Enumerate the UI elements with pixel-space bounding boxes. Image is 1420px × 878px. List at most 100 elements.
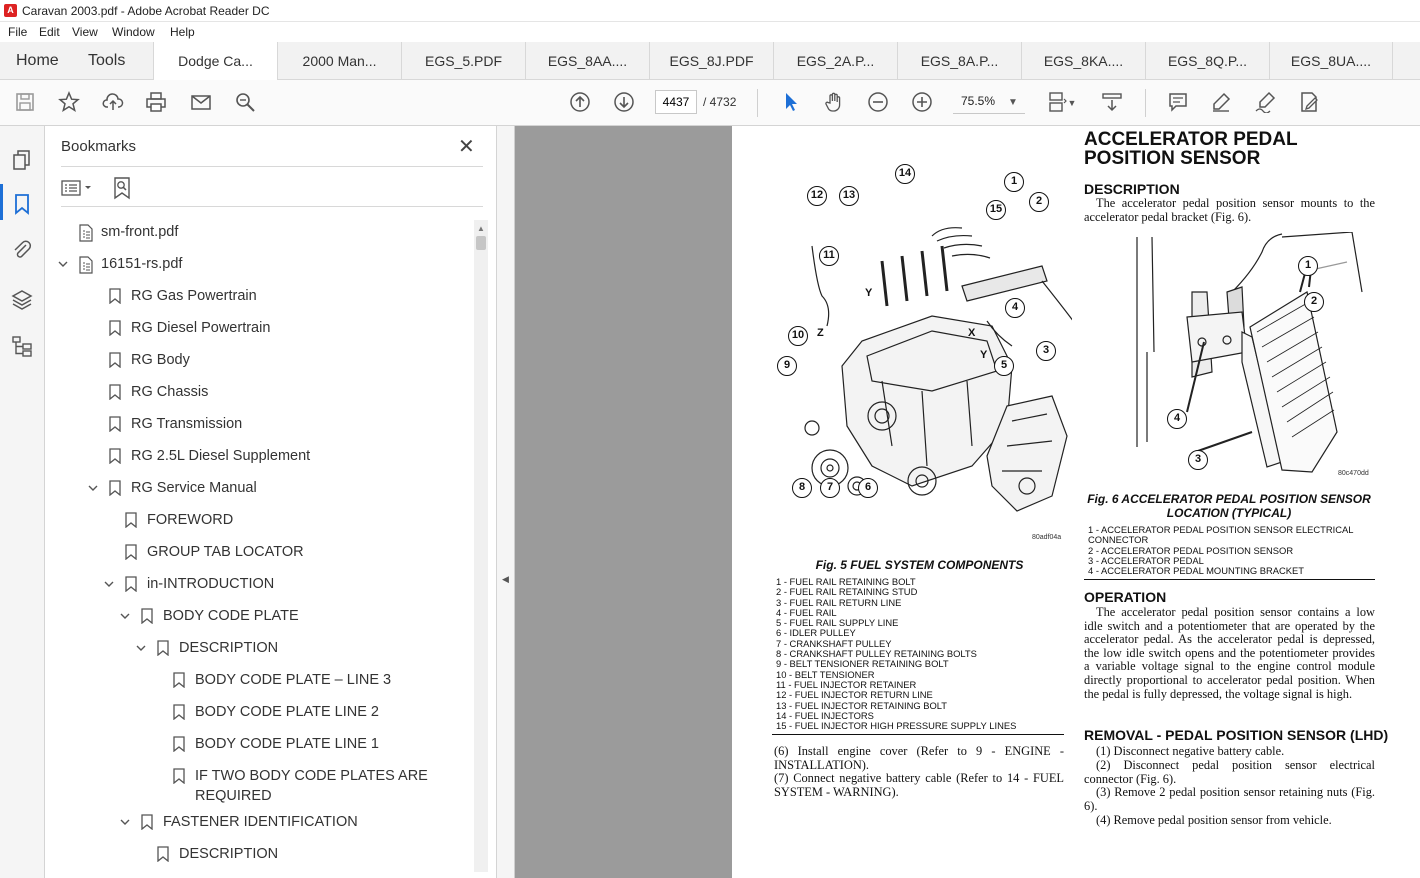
email-icon[interactable]: [189, 91, 213, 115]
axis-letter-y2: Y: [980, 349, 988, 361]
tab-document-8[interactable]: EGS_8KA....: [1021, 42, 1145, 80]
scrollbar-thumb[interactable]: [476, 236, 486, 250]
cloud-upload-icon[interactable]: [101, 91, 125, 115]
legend-item: 4 - ACCELERATOR PEDAL MOUNTING BRACKET: [1088, 565, 1305, 577]
zoom-out-icon[interactable]: [866, 91, 890, 115]
bookmark-icon: [109, 480, 121, 497]
pedal-sensor-illustration: [1136, 232, 1363, 473]
removal-step-3: (3) Remove 2 pedal position sensor retai…: [1084, 785, 1375, 813]
bookmark-item[interactable]: BODY CODE PLATE LINE 2: [195, 704, 379, 720]
print-icon[interactable]: [144, 91, 168, 115]
active-rail-indicator: [0, 184, 3, 220]
bookmark-item[interactable]: IF TWO BODY CODE PLATES ARE: [195, 768, 428, 784]
search-zoom-icon[interactable]: [233, 91, 257, 115]
previous-page-icon[interactable]: [568, 91, 592, 115]
bookmark-item[interactable]: RG 2.5L Diesel Supplement: [131, 448, 310, 464]
bookmark-item[interactable]: RG Service Manual: [131, 480, 257, 496]
description-heading: DESCRIPTION: [1084, 181, 1180, 197]
fig5-callout: 15: [986, 200, 1006, 220]
bookmark-options-icon[interactable]: [61, 178, 97, 198]
close-icon[interactable]: ✕: [458, 134, 475, 159]
panel-collapse-handle[interactable]: ◀: [497, 126, 515, 878]
scroll-mode-icon[interactable]: [1100, 91, 1124, 115]
bookmark-icon: [173, 672, 185, 689]
menu-edit[interactable]: Edit: [39, 25, 60, 39]
bookmark-item[interactable]: BODY CODE PLATE – LINE 3: [195, 672, 391, 688]
menu-view[interactable]: View: [72, 25, 98, 39]
bookmark-icon: [173, 768, 185, 785]
highlight-pen-icon[interactable]: [1209, 91, 1233, 115]
tab-document-6[interactable]: EGS_2A.P...: [773, 42, 897, 80]
expand-chevron-icon[interactable]: [103, 578, 115, 590]
bookmark-item[interactable]: DESCRIPTION: [179, 846, 278, 862]
expand-chevron-icon[interactable]: [57, 258, 69, 270]
bookmark-item[interactable]: sm-front.pdf: [101, 224, 178, 240]
tab-document-5[interactable]: EGS_8J.PDF: [649, 42, 773, 80]
bookmark-icon: [109, 448, 121, 465]
bookmark-item[interactable]: BODY CODE PLATE: [163, 608, 299, 624]
bookmarks-scrollbar[interactable]: ▲: [474, 220, 488, 872]
bookmark-panel-icon[interactable]: [10, 192, 34, 216]
bookmark-icon: [141, 814, 153, 831]
nav-tools[interactable]: Tools: [88, 52, 125, 70]
bookmark-item[interactable]: BODY CODE PLATE LINE 1: [195, 736, 379, 752]
expand-chevron-icon[interactable]: [135, 642, 147, 654]
star-icon[interactable]: [57, 91, 81, 115]
fig6-code: 80c470dd: [1338, 470, 1369, 477]
page-layout-chevron-icon[interactable]: ▼: [1066, 91, 1078, 115]
pages-thumbnail-icon[interactable]: [10, 148, 34, 172]
expand-chevron-icon[interactable]: [87, 482, 99, 494]
expand-chevron-icon[interactable]: [119, 610, 131, 622]
expand-chevron-icon[interactable]: [119, 816, 131, 828]
fig5-callout: 2: [1029, 192, 1049, 212]
select-cursor-icon[interactable]: [779, 91, 803, 115]
tab-document-9[interactable]: EGS_8Q.P...: [1145, 42, 1269, 80]
fig5-callout: 14: [895, 164, 915, 184]
bookmark-icon: [157, 640, 169, 657]
comment-icon[interactable]: [1166, 91, 1190, 115]
tab-document-1[interactable]: Dodge Ca...: [153, 42, 277, 80]
menu-window[interactable]: Window: [112, 25, 155, 39]
content-tree-icon[interactable]: [10, 334, 34, 358]
zoom-level-field[interactable]: 75.5%: [953, 90, 1025, 114]
tab-document-4[interactable]: EGS_8AA....: [525, 42, 649, 80]
fill-sign-icon[interactable]: [1297, 91, 1321, 115]
save-icon[interactable]: [13, 91, 37, 115]
bookmark-item-continued[interactable]: REQUIRED: [195, 788, 272, 804]
tab-document-7[interactable]: EGS_8A.P...: [897, 42, 1021, 80]
bookmark-item[interactable]: RG Chassis: [131, 384, 208, 400]
fig5-code: 80adf04a: [1032, 534, 1062, 541]
bookmark-item[interactable]: FASTENER IDENTIFICATION: [163, 814, 358, 830]
tab-document-2[interactable]: 2000 Man...: [277, 42, 401, 80]
bookmark-item[interactable]: RG Gas Powertrain: [131, 288, 257, 304]
bookmark-item[interactable]: 16151-rs.pdf: [101, 256, 182, 272]
bookmark-item[interactable]: RG Body: [131, 352, 190, 368]
sign-pen-icon[interactable]: [1253, 91, 1277, 115]
tab-document-10[interactable]: EGS_8UA....: [1269, 42, 1393, 80]
bookmark-item[interactable]: RG Diesel Powertrain: [131, 320, 270, 336]
hand-tool-icon[interactable]: [822, 91, 846, 115]
tab-document-3[interactable]: EGS_5.PDF: [401, 42, 525, 80]
pdf-page: Y Z X Y 1 2 3 4 5 6 7 8 9 10 11 12 13 14…: [732, 126, 1420, 878]
find-bookmark-icon[interactable]: [111, 176, 133, 200]
nav-home[interactable]: Home: [16, 52, 59, 70]
divider: [1084, 579, 1375, 580]
removal-step-1: (1) Disconnect negative battery cable.: [1096, 744, 1285, 758]
menu-file[interactable]: File: [8, 25, 27, 39]
fig5-callout: 13: [839, 186, 859, 206]
layers-icon[interactable]: [10, 288, 34, 312]
bookmark-item[interactable]: RG Transmission: [131, 416, 242, 432]
page-number-input[interactable]: [655, 90, 697, 114]
bookmark-item[interactable]: GROUP TAB LOCATOR: [147, 544, 304, 560]
menu-help[interactable]: Help: [170, 25, 195, 39]
bookmark-item[interactable]: DESCRIPTION: [179, 640, 278, 656]
attachment-icon[interactable]: [10, 238, 34, 262]
zoom-in-icon[interactable]: [910, 91, 934, 115]
bookmark-item[interactable]: FOREWORD: [147, 512, 233, 528]
next-page-icon[interactable]: [612, 91, 636, 115]
collapse-arrow-icon[interactable]: ◀: [502, 574, 509, 585]
bookmark-icon: [109, 416, 121, 433]
bookmark-item[interactable]: in-INTRODUCTION: [147, 576, 274, 592]
divider: [61, 206, 483, 207]
operation-text: The accelerator pedal position sensor co…: [1084, 605, 1375, 701]
